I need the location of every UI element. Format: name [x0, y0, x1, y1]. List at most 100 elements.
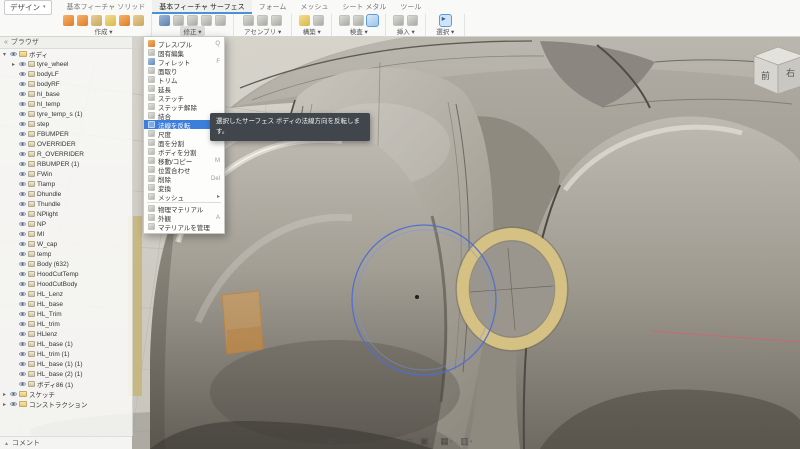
visibility-eye-icon[interactable] [10, 402, 17, 406]
tab-0[interactable]: 基本フィーチャ ソリッド [60, 0, 153, 14]
grid-settings-icon[interactable]: ▦ ▾ [440, 436, 452, 447]
collapse-browser-icon[interactable]: « [4, 39, 8, 46]
tab-1[interactable]: 基本フィーチャ サーフェス [152, 0, 252, 14]
toolbar-group-label[interactable]: 挿入 ▾ [394, 26, 418, 36]
trim-icon[interactable] [187, 15, 198, 26]
tree-row[interactable]: HL_base (1) [0, 339, 132, 349]
section-analysis-icon[interactable] [353, 15, 365, 26]
visibility-eye-icon[interactable] [19, 102, 26, 106]
visibility-eye-icon[interactable] [19, 372, 26, 376]
display-analysis-icon[interactable] [366, 14, 380, 27]
tree-row[interactable]: W_cap [0, 239, 132, 249]
visibility-eye-icon[interactable] [19, 182, 26, 186]
comment-bar[interactable]: ▴ コメント [0, 436, 132, 449]
menu-item[interactable]: 面取り [144, 66, 224, 76]
display-settings-icon[interactable]: ▣ ▾ [420, 436, 432, 447]
insert-mesh-icon[interactable] [393, 15, 405, 26]
visibility-eye-icon[interactable] [19, 162, 26, 166]
visibility-eye-icon[interactable] [19, 332, 26, 336]
tree-row[interactable]: ▸ tyre_wheel [0, 59, 132, 69]
toolbar-group-label[interactable]: 修正 ▾ [180, 26, 205, 36]
tab-3[interactable]: メッシュ [293, 0, 335, 14]
viewcube-front-label[interactable]: 前 [761, 70, 770, 81]
tree-row[interactable]: NP [0, 219, 132, 229]
tree-row[interactable]: ボディ86 (1) [0, 379, 132, 389]
pan-icon[interactable]: ⇄ [328, 436, 336, 447]
menu-item[interactable]: 物理マテリアル [144, 204, 224, 214]
menu-item[interactable]: 削除 Del [144, 174, 224, 184]
tree-row[interactable]: OVERRIDER [0, 139, 132, 149]
toolbar-group-label[interactable]: 検査 ▾ [347, 26, 371, 36]
visibility-eye-icon[interactable] [19, 382, 26, 386]
visibility-eye-icon[interactable] [10, 52, 17, 56]
tree-row[interactable]: HoodCutBody [0, 279, 132, 289]
tree-row[interactable]: HL_trim (1) [0, 349, 132, 359]
press-pull-icon[interactable] [159, 15, 170, 26]
tree-row[interactable]: HL_Trim [0, 309, 132, 319]
tree-row[interactable]: NPlight [0, 209, 132, 219]
tab-5[interactable]: ツール [393, 0, 428, 14]
construction-plane-icon[interactable] [299, 15, 311, 26]
visibility-eye-icon[interactable] [19, 152, 26, 156]
tree-row[interactable]: HoodCutTemp [0, 269, 132, 279]
loft-icon[interactable] [105, 15, 116, 26]
tree-row[interactable]: Thundle [0, 199, 132, 209]
tree-row[interactable]: HL_base [0, 299, 132, 309]
visibility-eye-icon[interactable] [19, 112, 26, 116]
fillet-icon[interactable] [173, 15, 184, 26]
fit-icon[interactable]: □ [407, 437, 412, 447]
tab-4[interactable]: シート メタル [335, 0, 393, 14]
visibility-eye-icon[interactable] [19, 272, 26, 276]
menu-item[interactable]: フィレット F [144, 57, 224, 67]
tree-row[interactable]: Body (632) [0, 259, 132, 269]
visibility-eye-icon[interactable] [10, 392, 17, 396]
tree-row[interactable]: hl_base [0, 89, 132, 99]
menu-item[interactable]: 延長 [144, 84, 224, 94]
menu-item[interactable]: 位置合わせ [144, 165, 224, 175]
visibility-eye-icon[interactable] [19, 192, 26, 196]
tree-row[interactable]: MI [0, 229, 132, 239]
revolve-icon[interactable] [77, 15, 88, 26]
visibility-eye-icon[interactable] [19, 122, 26, 126]
visibility-eye-icon[interactable] [19, 222, 26, 226]
extrude-icon[interactable] [63, 15, 74, 26]
measure-icon[interactable] [339, 15, 351, 26]
expand-comments-icon[interactable]: ▴ [5, 440, 8, 447]
viewcube-right-label[interactable]: 右 [786, 67, 795, 78]
tree-row[interactable]: bodyLF [0, 69, 132, 79]
tree-row[interactable]: tyre_temp_s (1) [0, 109, 132, 119]
toolbar-group-label[interactable]: 構築 ▾ [300, 26, 324, 36]
tree-row[interactable]: HL_trim [0, 319, 132, 329]
visibility-eye-icon[interactable] [19, 282, 26, 286]
tree-row[interactable]: hl_temp [0, 99, 132, 109]
insert-canvas-icon[interactable] [407, 15, 419, 26]
menu-item[interactable]: プレス/プル Q [144, 39, 224, 49]
visibility-eye-icon[interactable] [19, 292, 26, 296]
offset-icon[interactable] [133, 15, 144, 26]
new-component-icon[interactable] [243, 15, 255, 26]
select-cursor-icon[interactable] [438, 14, 452, 27]
menu-item[interactable]: マテリアルを管理 [144, 222, 224, 232]
visibility-eye-icon[interactable] [19, 252, 26, 256]
visibility-eye-icon[interactable] [19, 232, 26, 236]
visibility-eye-icon[interactable] [19, 142, 26, 146]
tree-row[interactable]: temp [0, 249, 132, 259]
viewports-icon[interactable]: ▥ ▾ [460, 436, 472, 447]
zoom-window-icon[interactable]: ▭ [375, 436, 384, 447]
menu-item[interactable]: トリム [144, 75, 224, 85]
joint-icon[interactable] [257, 15, 269, 26]
toolbar-group-label[interactable]: 作成 ▾ [91, 26, 115, 36]
sweep-icon[interactable] [91, 15, 102, 26]
tree-row[interactable]: HL_base (2) (1) [0, 369, 132, 379]
stitch-icon[interactable] [215, 15, 226, 26]
visibility-eye-icon[interactable] [19, 262, 26, 266]
tree-row[interactable]: Tlamp [0, 179, 132, 189]
visibility-eye-icon[interactable] [19, 352, 26, 356]
viewcube[interactable]: 前 右 [744, 42, 800, 107]
tree-row[interactable]: HLlenz [0, 329, 132, 339]
visibility-eye-icon[interactable] [19, 72, 26, 76]
tree-row[interactable]: step [0, 119, 132, 129]
visibility-eye-icon[interactable] [19, 362, 26, 366]
collapse-icon[interactable]: ▾ [3, 51, 10, 58]
design-menu-button[interactable]: デザイン ▾ [4, 0, 52, 15]
